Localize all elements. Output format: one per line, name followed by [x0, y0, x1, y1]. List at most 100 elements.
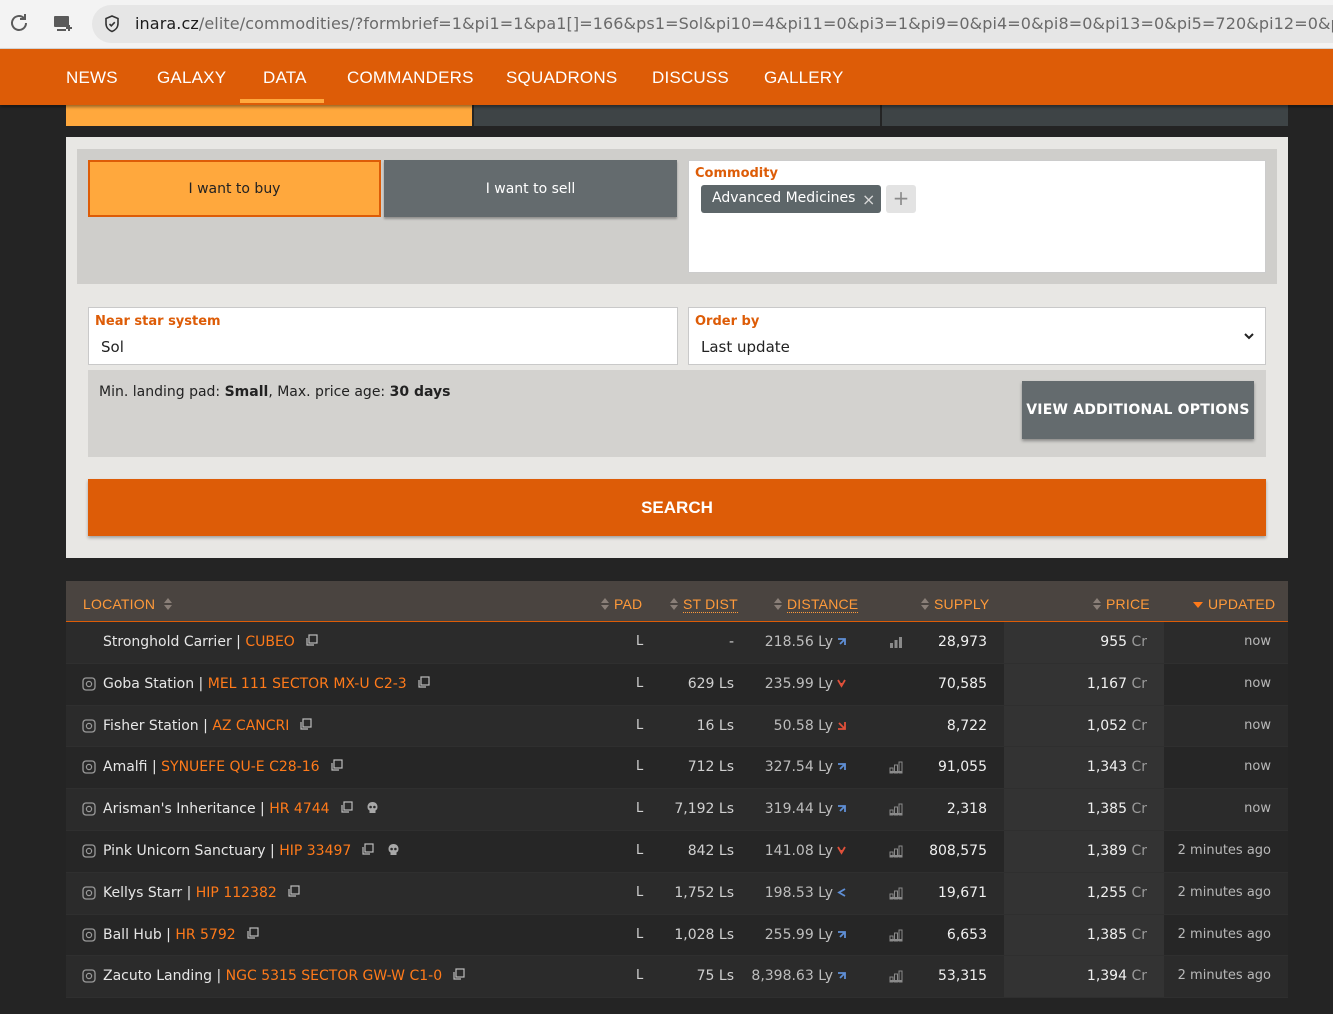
subtab-third[interactable]: [882, 105, 1288, 126]
system-name-link[interactable]: NGC 5315 SECTOR GW-W C1-0: [226, 968, 442, 984]
table-row[interactable]: Goba Station | MEL 111 SECTOR MX-U C2-3 L…: [66, 663, 1288, 706]
table-row[interactable]: Amalfi | SYNUEFE QU-E C28-16 L 712 Ls 327.5…: [66, 747, 1288, 790]
nav-commanders[interactable]: COMMANDERS: [347, 68, 474, 88]
column-updated[interactable]: UPDATED: [1193, 596, 1275, 612]
updated-time: now: [1244, 675, 1271, 691]
near-star-system-label: Near star system: [95, 314, 221, 329]
near-star-system-value[interactable]: Sol: [101, 338, 124, 356]
updated-time: now: [1244, 759, 1271, 775]
copy-icon[interactable]: [340, 801, 353, 814]
station-name[interactable]: Amalfi: [103, 759, 148, 775]
table-row[interactable]: Kellys Starr | HIP 112382 L 1,752 Ls 198.53…: [66, 872, 1288, 915]
copy-icon[interactable]: [417, 676, 430, 689]
system-name-link[interactable]: CUBEO: [245, 634, 295, 650]
commodity-field[interactable]: Commodity Advanced Medicines × +: [688, 160, 1266, 273]
remove-chip-icon[interactable]: ×: [862, 190, 875, 209]
nav-galaxy[interactable]: GALAXY: [157, 68, 226, 88]
updated-time: 2 minutes ago: [1177, 968, 1271, 984]
station-name[interactable]: Arisman's Inheritance: [103, 801, 256, 817]
add-commodity-button[interactable]: +: [886, 185, 916, 213]
want-to-buy-button[interactable]: I want to buy: [88, 160, 381, 217]
location-separator: |: [182, 884, 196, 901]
url-text: inara.cz/elite/commodities/?formbrief=1&…: [135, 14, 1333, 33]
table-row[interactable]: Fisher Station | AZ CANCRI L 16 Ls 50.58 Ly…: [66, 705, 1288, 748]
nav-gallery[interactable]: GALLERY: [764, 68, 844, 88]
want-to-sell-button[interactable]: I want to sell: [384, 160, 677, 217]
reload-icon[interactable]: [7, 11, 31, 35]
station-name[interactable]: Ball Hub: [103, 927, 162, 943]
supply-level-icon: [889, 887, 903, 900]
distance-value: 255.99 Ly: [764, 926, 833, 943]
station-name[interactable]: Fisher Station: [103, 718, 199, 734]
sort-icon[interactable]: [921, 598, 929, 610]
station-name[interactable]: Zacuto Landing: [103, 968, 212, 984]
location-cell: Ball Hub | HR 5792: [103, 927, 259, 943]
copy-icon[interactable]: [330, 759, 343, 772]
near-star-system-field[interactable]: Near star system Sol: [88, 307, 678, 365]
shield-icon[interactable]: [102, 14, 122, 34]
station-name[interactable]: Pink Unicorn Sanctuary: [103, 843, 266, 859]
distance-value: 218.56 Ly: [764, 634, 833, 650]
system-name-link[interactable]: AZ CANCRI: [212, 718, 289, 734]
order-by-select[interactable]: Order by Last update: [688, 307, 1266, 365]
table-row[interactable]: Zacuto Landing | NGC 5315 SECTOR GW-W C1…: [66, 956, 1288, 999]
copy-icon[interactable]: [287, 885, 300, 898]
search-button[interactable]: SEARCH: [88, 479, 1266, 536]
station-name[interactable]: Goba Station: [103, 676, 194, 692]
nav-squadrons[interactable]: SQUADRONS: [506, 68, 617, 88]
system-name-link[interactable]: HIP 112382: [196, 885, 277, 901]
price-cell: 1,343 Cr: [1087, 759, 1147, 775]
order-by-value[interactable]: Last update: [701, 338, 790, 356]
system-name-link[interactable]: HR 4744: [269, 801, 329, 817]
system-name-link[interactable]: SYNUEFE QU-E C28-16: [161, 759, 319, 775]
system-name-link[interactable]: HR 5792: [175, 927, 235, 943]
sort-icon[interactable]: [601, 598, 609, 610]
system-name-link[interactable]: MEL 111 SECTOR MX-U C2-3: [208, 676, 407, 692]
sort-icon[interactable]: [1093, 598, 1101, 610]
supply-level-icon: [889, 929, 903, 942]
station-name[interactable]: Stronghold Carrier: [103, 634, 232, 650]
system-name-link[interactable]: HIP 33497: [279, 843, 351, 859]
nav-discuss[interactable]: DISCUSS: [652, 68, 729, 88]
copy-icon[interactable]: [452, 968, 465, 981]
price-value: 1,385: [1086, 801, 1128, 818]
nav-news[interactable]: NEWS: [66, 68, 118, 88]
nav-data[interactable]: DATA: [263, 68, 307, 88]
supply-level-icon: [889, 803, 903, 816]
sort-icon[interactable]: [670, 598, 678, 610]
sort-icon[interactable]: [164, 598, 173, 610]
copy-icon[interactable]: [361, 843, 374, 856]
column-pad[interactable]: PAD: [601, 596, 642, 612]
location-cell: Kellys Starr | HIP 112382: [103, 885, 300, 901]
copy-icon[interactable]: [246, 926, 259, 940]
column-location[interactable]: LOCATION: [83, 596, 173, 612]
chevron-down-icon[interactable]: [1243, 330, 1255, 342]
table-row[interactable]: Arisman's Inheritance | HR 4744 L 7,192 Ls…: [66, 789, 1288, 831]
column-distance[interactable]: DISTANCE: [774, 596, 859, 613]
subtab-commodities[interactable]: [66, 105, 472, 126]
price-value: 1,389: [1086, 842, 1128, 859]
view-additional-options-button[interactable]: VIEW ADDITIONAL OPTIONS: [1022, 381, 1254, 439]
supply-level-icon: [889, 761, 903, 774]
copy-icon[interactable]: [299, 717, 312, 731]
commodity-label: Commodity: [695, 166, 778, 181]
station-name[interactable]: Kellys Starr: [103, 885, 182, 901]
column-st-dist[interactable]: ST DIST: [670, 596, 738, 613]
table-row[interactable]: Ball Hub | HR 5792 L 1,028 Ls 255.99 Ly 6,65…: [66, 914, 1288, 957]
location-separator: |: [161, 926, 176, 943]
direction-arrow-icon: [837, 679, 846, 688]
sort-icon[interactable]: [774, 598, 782, 610]
tab-manager-icon[interactable]: [51, 11, 75, 35]
subtab-second[interactable]: [474, 105, 880, 126]
options-pad-value: Small: [224, 384, 269, 400]
direction-arrow-icon: [838, 805, 846, 813]
table-row[interactable]: Pink Unicorn Sanctuary | HIP 33497 L 842 L…: [66, 830, 1288, 873]
address-bar[interactable]: inara.cz/elite/commodities/?formbrief=1&…: [92, 5, 1333, 43]
pad-size: L: [636, 675, 644, 691]
sort-desc-icon[interactable]: [1193, 598, 1203, 610]
column-supply[interactable]: SUPPLY: [921, 596, 989, 612]
table-row[interactable]: Stronghold Carrier | CUBEO L - 218.56 Ly 28,…: [66, 622, 1288, 664]
url-path: /elite/commodities/?formbrief=1&pi1=1&pa…: [198, 14, 1333, 33]
column-price[interactable]: PRICE: [1093, 596, 1150, 612]
copy-icon[interactable]: [305, 634, 318, 647]
